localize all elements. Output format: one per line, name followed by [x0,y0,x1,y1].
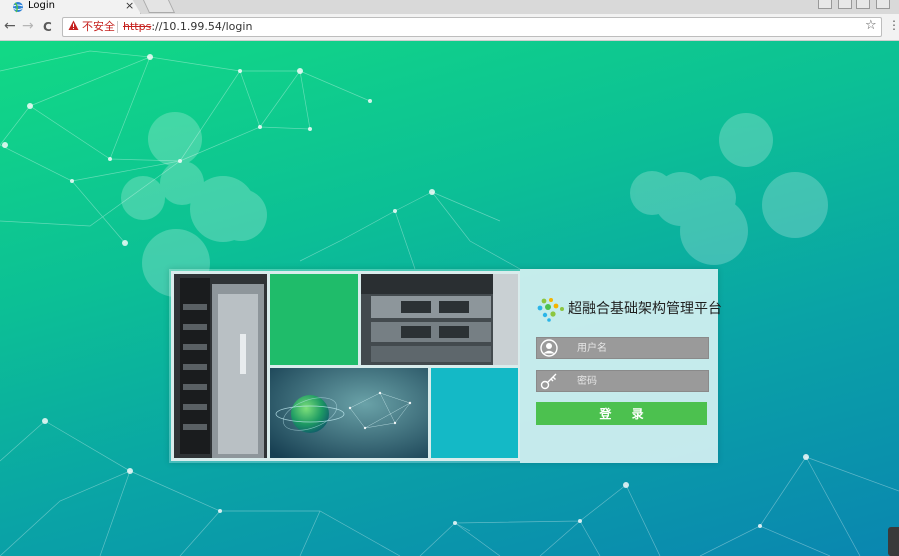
server-rack-image [174,274,267,458]
divider [117,21,118,33]
address-bar[interactable]: 不安全 https://10.1.99.54/login ☆ [62,17,882,37]
user-icon[interactable] [818,0,832,9]
tab-login[interactable]: Login × [0,0,141,14]
platform-title: 超融合基础架构管理平台 [568,301,722,317]
forward-button[interactable]: → [22,18,34,34]
back-button[interactable]: ← [4,18,16,34]
image-mosaic [171,271,520,461]
url-host: ://10.1.99.54/login [151,20,253,33]
tab-strip: Login × [0,0,899,14]
browser-menu-icon[interactable]: ⋮ [888,18,899,32]
warning-icon [68,20,79,30]
reload-button[interactable]: C [43,19,52,35]
side-widget[interactable] [888,527,899,556]
username-input[interactable] [577,340,702,356]
close-window-button[interactable] [876,0,890,9]
browser-toolbar: ← → C 不安全 https://10.1.99.54/login ☆ ⋮ [0,14,899,41]
user-icon [540,339,558,357]
login-card: 超融合基础架构管理平台 登 录 [169,269,722,463]
url-text[interactable]: https://10.1.99.54/login [123,20,252,33]
security-label[interactable]: 不安全 [82,20,115,33]
globe-network-image [270,368,428,458]
green-tile [270,274,358,365]
password-input[interactable] [577,373,702,389]
restore-button[interactable] [856,0,870,9]
tab-title: Login [28,0,55,11]
server-front-image [361,274,518,365]
globe-icon [13,2,23,13]
tab-close-button[interactable]: × [125,0,134,12]
login-form: 超融合基础架构管理平台 登 录 [520,269,722,463]
minimize-button[interactable] [838,0,852,9]
key-icon [540,373,557,390]
password-field[interactable] [536,370,709,392]
url-scheme: https [123,20,152,33]
login-page: 超融合基础架构管理平台 登 录 [0,41,899,556]
new-tab-button[interactable] [142,0,176,13]
bookmark-star-icon[interactable]: ☆ [865,18,877,34]
username-field[interactable] [536,337,709,359]
dots-logo-icon [537,298,564,322]
teal-tile [431,368,518,458]
login-button[interactable]: 登 录 [536,402,707,425]
